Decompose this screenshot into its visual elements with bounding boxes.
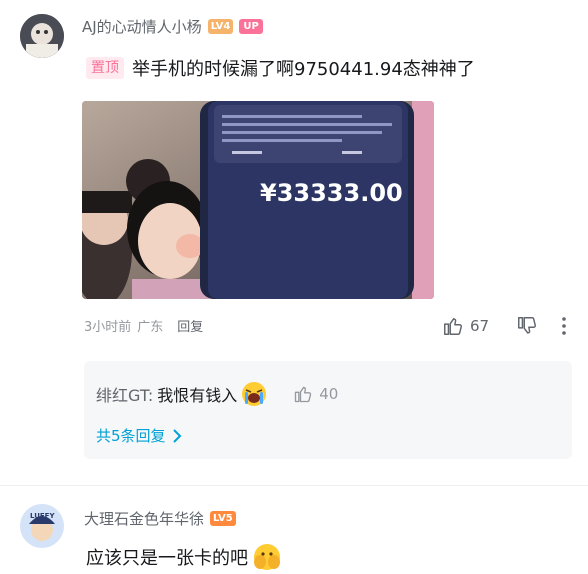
more-button[interactable] — [560, 316, 568, 340]
level-badge: LV4 — [207, 18, 234, 34]
like-count: 67 — [470, 317, 490, 335]
covering-face-emoji-icon — [254, 544, 280, 570]
chevron-right-icon — [172, 428, 181, 443]
reply-preview[interactable]: 绯红GT: 我恨有钱入 40 共5条回复 — [84, 361, 572, 459]
username[interactable]: 大理石金色年华徐 — [84, 508, 204, 529]
avatar-text: LUFFY — [30, 512, 55, 520]
phone-amount: ¥33333.00 — [260, 179, 403, 207]
username[interactable]: AJ的心动情人小杨 — [82, 16, 202, 37]
divider — [0, 485, 588, 486]
view-more-replies[interactable]: 共5条回复 — [96, 425, 182, 446]
avatar[interactable] — [20, 14, 64, 58]
reply-text: 我恨有钱入 — [157, 386, 238, 405]
reply-button[interactable]: 回复 — [177, 316, 203, 335]
crying-emoji-icon — [242, 382, 267, 406]
comment-location: 广东 — [137, 320, 164, 335]
comment-time: 3小时前 — [84, 320, 132, 335]
comment-text: 应该只是一张卡的吧 — [86, 548, 248, 569]
level-badge: LV5 — [210, 510, 236, 526]
more-replies-label: 共5条回复 — [96, 427, 166, 445]
pinned-badge: 置顶 — [86, 57, 124, 79]
like-button[interactable]: 67 — [442, 315, 489, 337]
avatar[interactable]: LUFFY — [20, 504, 64, 548]
avatar-image — [20, 14, 64, 58]
thumb-down-icon — [518, 317, 537, 334]
up-badge: UP — [239, 18, 263, 34]
dislike-button[interactable] — [516, 315, 538, 341]
reply-author[interactable]: 绯红GT: — [96, 382, 153, 406]
more-vertical-icon — [562, 317, 566, 335]
reply-like-button[interactable]: 40 — [293, 384, 338, 404]
comment-image[interactable]: ¥33333.00 — [82, 101, 434, 299]
photo-illustration: ¥33333.00 — [82, 101, 434, 299]
reply-like-count: 40 — [319, 385, 339, 403]
thumb-up-icon — [295, 386, 312, 403]
avatar-image: LUFFY — [20, 504, 64, 548]
comment-text: 举手机的时候漏了啊9750441.94态神神了 — [132, 59, 475, 80]
thumb-up-icon — [444, 317, 463, 335]
